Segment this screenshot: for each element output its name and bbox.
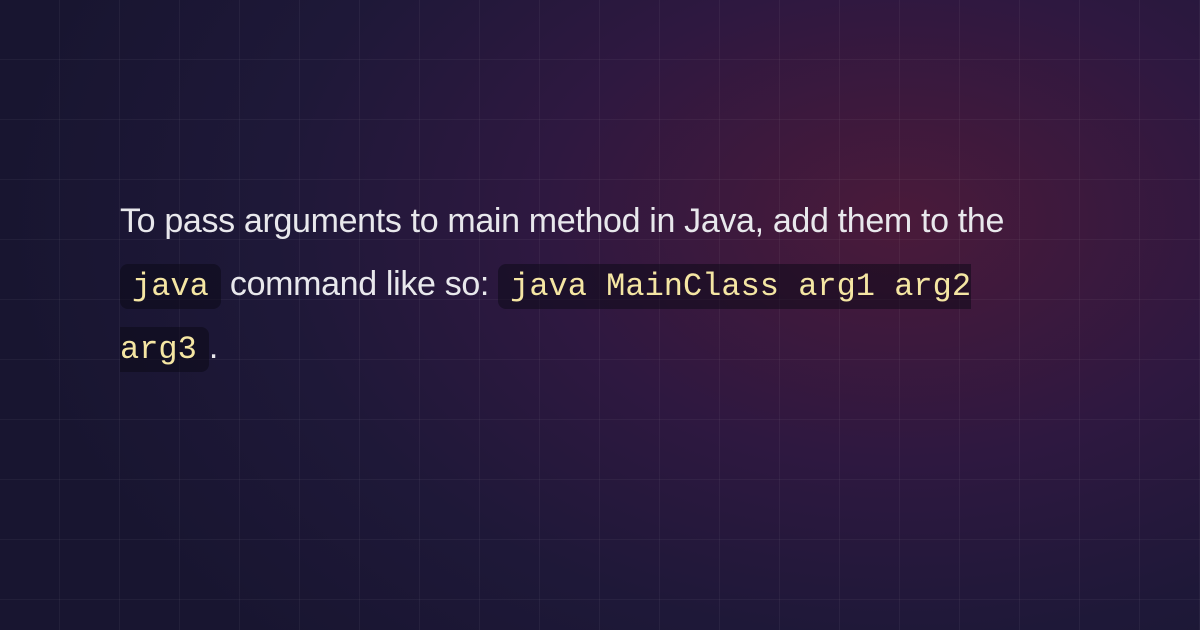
main-text-block: To pass arguments to main method in Java…	[0, 0, 1200, 379]
inline-code-java: java	[120, 264, 221, 309]
text-segment-3: .	[209, 328, 218, 366]
text-segment-2: command like so:	[221, 265, 498, 303]
text-segment-1: To pass arguments to main method in Java…	[120, 202, 1004, 240]
